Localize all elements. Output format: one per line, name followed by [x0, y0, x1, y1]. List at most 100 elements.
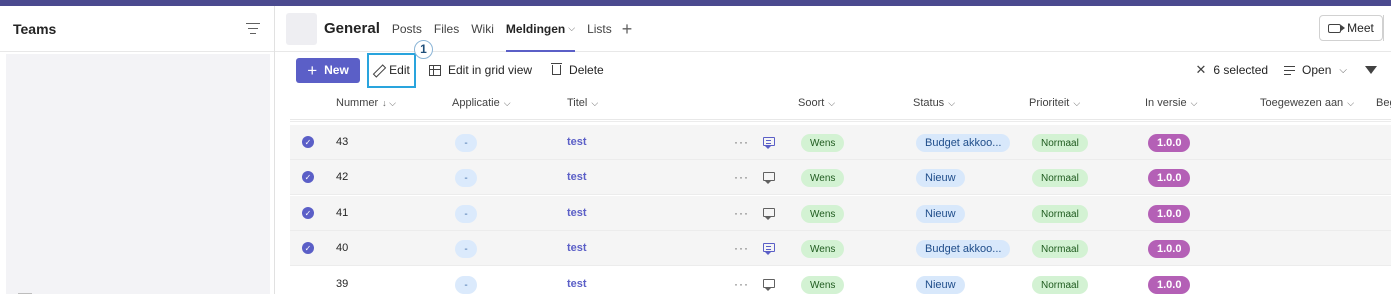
- channel-main: General Posts Files Wiki Meldingen ⌵ List…: [275, 6, 1391, 294]
- cell-prioriteit-badge: Normaal: [1032, 240, 1088, 258]
- column-header-soort[interactable]: Soort ⌵: [798, 97, 835, 109]
- filter-icon[interactable]: [246, 22, 260, 35]
- delete-label: Delete: [569, 63, 604, 77]
- column-header-in-versie[interactable]: In versie ⌵: [1145, 97, 1197, 109]
- tab-files[interactable]: Files: [434, 6, 459, 52]
- channel-header: General Posts Files Wiki Meldingen ⌵ List…: [275, 6, 1391, 52]
- meet-dropdown-edge[interactable]: [1383, 15, 1391, 41]
- cell-prioriteit-badge: Normaal: [1032, 134, 1088, 152]
- video-camera-icon: [1328, 23, 1346, 33]
- tab-meldingen[interactable]: Meldingen ⌵: [505, 6, 576, 52]
- cell-applicatie: -: [455, 134, 477, 152]
- cell-status-badge: Nieuw: [916, 169, 965, 187]
- comment-icon[interactable]: [763, 279, 775, 291]
- cell-nummer: 43: [336, 136, 349, 148]
- cell-titel-link[interactable]: test: [567, 207, 587, 219]
- cell-status-badge: Budget akkoo...: [916, 134, 1011, 152]
- edit-label: Edit: [389, 63, 410, 77]
- column-header-label: Status: [913, 97, 945, 109]
- command-bar-right: ✕ 6 selected Open ⌵: [1195, 53, 1377, 87]
- edit-grid-view-label: Edit in grid view: [448, 63, 533, 77]
- team-avatar[interactable]: [286, 12, 317, 45]
- more-options-icon[interactable]: ···: [734, 206, 749, 220]
- column-header-beg[interactable]: Beg: [1376, 97, 1391, 109]
- edit-button[interactable]: Edit 1: [367, 39, 433, 88]
- add-tab-icon[interactable]: +: [622, 20, 633, 38]
- cell-versie-badge: 1.0.0: [1148, 205, 1191, 223]
- cell-nummer: 42: [336, 171, 349, 183]
- pencil-icon: [373, 65, 383, 75]
- step-callout: 1: [414, 39, 433, 59]
- new-label: New: [324, 63, 349, 77]
- edit-grid-view-button[interactable]: Edit in grid view: [429, 63, 532, 77]
- more-options-icon[interactable]: ···: [734, 241, 749, 255]
- row-selected-check-icon[interactable]: ✓: [302, 171, 314, 183]
- table-row[interactable]: ✓ 43 - test ··· Wens Budget akkoo... Normaal 1.0…: [290, 125, 1391, 160]
- cell-soort-badge: Wens: [801, 240, 845, 258]
- cell-titel-link[interactable]: test: [567, 171, 587, 183]
- list-grid: Nummer ↓ ⌵ Applicatie ⌵ Titel ⌵ Soort ⌵ Stat…: [290, 88, 1391, 294]
- column-header-titel[interactable]: Titel ⌵: [567, 97, 598, 109]
- row-selected-check-icon[interactable]: ✓: [302, 207, 314, 219]
- close-icon: ✕: [1195, 62, 1207, 77]
- view-selector[interactable]: Open ⌵: [1284, 63, 1347, 77]
- cell-titel-link[interactable]: test: [567, 278, 587, 290]
- comment-icon[interactable]: [763, 137, 775, 149]
- chevron-down-icon: ⌵: [948, 98, 956, 108]
- cell-versie-badge: 1.0.0: [1148, 169, 1191, 187]
- comment-icon[interactable]: [763, 243, 775, 255]
- chevron-down-icon: ⌵: [591, 98, 599, 108]
- column-header-status[interactable]: Status ⌵: [913, 97, 955, 109]
- cell-versie-badge: 1.0.0: [1148, 276, 1191, 294]
- clear-selection-button[interactable]: ✕ 6 selected: [1195, 62, 1268, 78]
- table-row[interactable]: ✓ 40 - test ··· Wens Budget akkoo... Normaal 1.0…: [290, 231, 1391, 266]
- cell-versie-badge: 1.0.0: [1148, 240, 1191, 258]
- comment-icon[interactable]: [763, 172, 775, 184]
- trash-icon: [551, 63, 563, 75]
- chevron-down-icon: ⌵: [503, 98, 511, 108]
- column-header-label: Soort: [798, 97, 825, 109]
- command-bar: + New Edit 1 Edit in grid view Delete ✕ …: [275, 39, 1391, 88]
- chevron-down-icon: ⌵: [1073, 98, 1081, 108]
- cell-soort-badge: Wens: [801, 205, 845, 223]
- sort-down-arrow-icon: ↓ ⌵: [382, 98, 396, 108]
- column-header-row: Nummer ↓ ⌵ Applicatie ⌵ Titel ⌵ Soort ⌵ Stat…: [290, 88, 1391, 120]
- chevron-down-icon: ⌵: [1347, 98, 1355, 108]
- table-row[interactable]: ✓ 42 - test ··· Wens Nieuw Normaal 1.0.0: [290, 160, 1391, 195]
- meet-label: Meet: [1347, 21, 1374, 35]
- funnel-filter-icon[interactable]: [1365, 66, 1377, 74]
- chevron-down-icon: ⌵: [568, 23, 576, 33]
- cell-titel-link[interactable]: test: [567, 136, 587, 148]
- cell-applicatie: -: [455, 205, 477, 223]
- column-header-label: Prioriteit: [1029, 97, 1070, 109]
- more-options-icon[interactable]: ···: [734, 135, 749, 149]
- row-selected-check-icon[interactable]: ✓: [302, 242, 314, 254]
- chevron-down-icon: ⌵: [1339, 64, 1347, 76]
- tab-wiki[interactable]: Wiki: [471, 6, 494, 52]
- column-header-applicatie[interactable]: Applicatie ⌵: [452, 97, 511, 109]
- column-header-prioriteit[interactable]: Prioriteit ⌵: [1029, 97, 1080, 109]
- row-selected-check-icon[interactable]: ✓: [302, 136, 314, 148]
- teams-list-area: [6, 54, 270, 294]
- cell-titel-link[interactable]: test: [567, 242, 587, 254]
- table-row[interactable]: 39 - test ··· Wens Nieuw Normaal 1.0.0: [290, 267, 1391, 294]
- column-header-toegewezen-aan[interactable]: Toegewezen aan ⌵: [1260, 97, 1354, 109]
- cell-nummer: 41: [336, 207, 349, 219]
- chevron-down-icon: ⌵: [1190, 98, 1198, 108]
- table-row[interactable]: ✓ 41 - test ··· Wens Nieuw Normaal 1.0.0: [290, 196, 1391, 231]
- new-button[interactable]: + New: [296, 57, 360, 83]
- meet-button[interactable]: Meet: [1319, 15, 1383, 41]
- cell-soort-badge: Wens: [801, 169, 845, 187]
- tab-meldingen-label: Meldingen: [505, 21, 566, 36]
- cell-soort-badge: Wens: [801, 276, 845, 294]
- comment-icon[interactable]: [763, 208, 775, 220]
- more-options-icon[interactable]: ···: [734, 277, 749, 291]
- tab-lists[interactable]: Lists: [587, 6, 612, 52]
- column-header-nummer[interactable]: Nummer ↓ ⌵: [336, 97, 396, 109]
- cell-status-badge: Nieuw: [916, 205, 965, 223]
- grid-icon: [429, 64, 441, 76]
- more-options-icon[interactable]: ···: [734, 170, 749, 184]
- cell-prioriteit-badge: Normaal: [1032, 205, 1088, 223]
- column-header-label: Beg: [1376, 97, 1391, 109]
- delete-button[interactable]: Delete: [551, 63, 604, 77]
